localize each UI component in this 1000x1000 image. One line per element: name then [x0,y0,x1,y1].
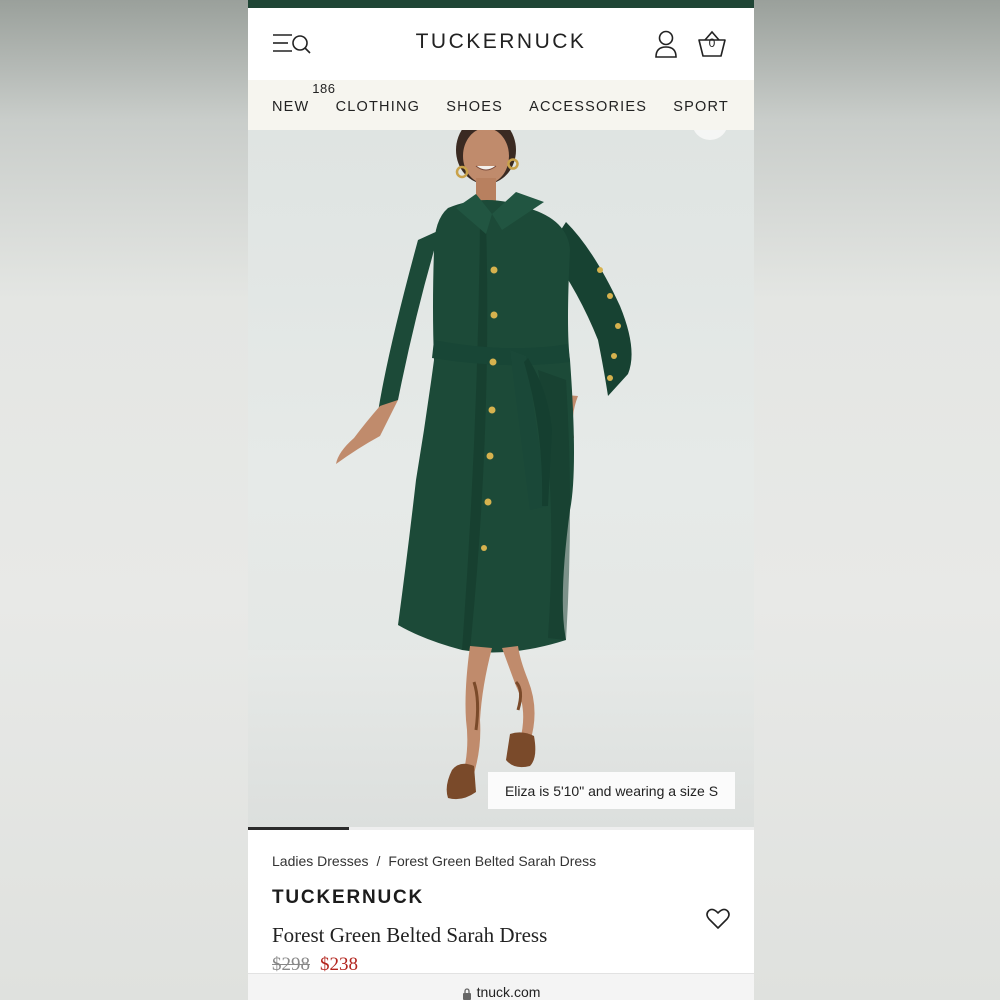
nav-item-shoes[interactable]: SHOES [446,95,503,115]
carousel-progress-indicator [248,827,350,830]
breadcrumb: Ladies Dresses / Forest Green Belted Sar… [272,853,730,869]
product-brand: TUCKERNUCK [272,887,425,908]
nav-item-label: NEW [272,99,310,115]
product-title: Forest Green Belted Sarah Dress [272,923,548,947]
wishlist-button[interactable] [706,908,730,935]
breadcrumb-parent-link[interactable]: Ladies Dresses [272,853,369,869]
site-header: TUCKERNUCK 0 [248,8,754,80]
blurred-backdrop-right [754,0,1000,1000]
account-button[interactable] [646,24,686,64]
browser-url: tnuck.com [476,984,541,1000]
carousel-progress-track [248,827,754,830]
breadcrumb-separator: / [376,853,381,869]
blurred-backdrop-left [0,0,248,1000]
model-size-caption: Eliza is 5'10" and wearing a size S [488,772,735,809]
product-details: Ladies Dresses / Forest Green Belted Sar… [248,853,754,976]
breadcrumb-current: Forest Green Belted Sarah Dress [388,853,597,869]
top-brand-strip [248,0,754,8]
browser-url-bar[interactable]: tnuck.com [248,973,754,1000]
product-photo-model-in-dress [336,130,727,800]
user-icon [655,30,677,58]
new-count-badge: 186 [312,81,336,96]
nav-item-sport[interactable]: SPORT [673,95,729,115]
menu-search-button[interactable] [272,24,312,64]
nav-item-clothing[interactable]: CLOTHING [336,95,421,115]
category-nav: NEW 186 CLOTHING SHOES ACCESSORIES SPORT [248,80,754,130]
bag-count: 0 [708,36,716,50]
menu-search-icon [273,34,311,54]
lock-icon [462,988,471,1000]
product-image-carousel[interactable]: Eliza is 5'10" and wearing a size S [248,130,754,827]
phone-screen: TUCKERNUCK 0 NEW 186 CLOTHING SHOES ACCE… [248,0,754,1000]
nav-item-accessories[interactable]: ACCESSORIES [529,95,647,115]
heart-icon [706,908,730,929]
nav-item-new[interactable]: NEW 186 [272,81,335,115]
shopping-bag-button[interactable]: 0 [692,24,732,64]
